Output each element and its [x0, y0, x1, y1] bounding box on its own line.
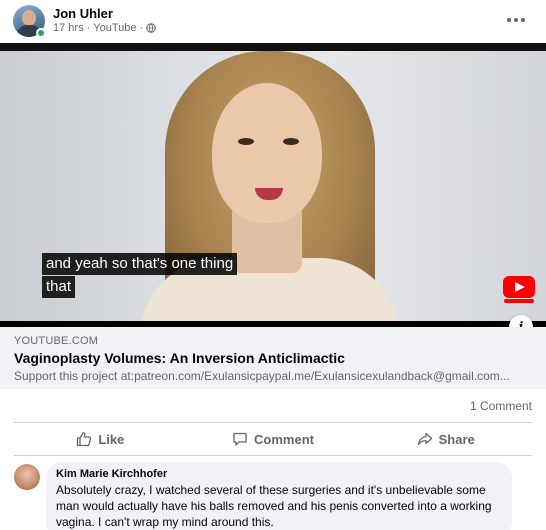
comment-count[interactable]: 1 Comment — [470, 399, 532, 413]
youtube-subscribe-icon[interactable] — [503, 276, 535, 306]
avatar-face — [22, 10, 36, 26]
commenter-name[interactable]: Kim Marie Kirchhofer — [56, 468, 502, 480]
divider — [14, 455, 532, 456]
divider — [14, 422, 532, 423]
share-button[interactable]: Share — [359, 426, 532, 452]
thumbs-up-icon — [77, 432, 92, 447]
more-dot — [521, 18, 525, 22]
video-subject-eye — [283, 138, 299, 145]
like-label: Like — [98, 431, 125, 447]
author-name[interactable]: Jon Uhler — [53, 6, 113, 21]
video-subject-face — [212, 83, 322, 223]
commenter-avatar[interactable] — [14, 464, 40, 490]
link-description: Support this project at:patreon.com/Exul… — [14, 369, 510, 383]
post-meta: 17 hrs · YouTube · — [53, 22, 156, 34]
subscribe-bar — [504, 299, 534, 303]
comment-bubble: Kim Marie Kirchhofer Absolutely crazy, I… — [46, 462, 512, 530]
meta-separator: · — [86, 22, 91, 34]
more-dot — [507, 18, 511, 22]
youtube-play-icon — [503, 276, 535, 298]
link-title[interactable]: Vaginoplasty Volumes: An Inversion Antic… — [14, 350, 345, 366]
comment-button[interactable]: Comment — [187, 426, 360, 452]
online-status-icon — [36, 28, 46, 38]
post-time[interactable]: 17 hrs — [53, 22, 84, 34]
more-dot — [514, 18, 518, 22]
globe-icon — [146, 23, 156, 33]
like-button[interactable]: Like — [14, 426, 187, 452]
video-subject-eye — [238, 138, 254, 145]
action-bar: Like Comment Share — [14, 426, 532, 452]
video-caption-line: that — [42, 276, 76, 298]
comment-label: Comment — [254, 431, 314, 447]
share-icon — [417, 432, 432, 446]
comment-icon — [233, 432, 247, 446]
post-source: YouTube — [93, 22, 137, 34]
video-caption-line: and yeah so that's one thing — [42, 253, 238, 275]
share-label: Share — [438, 431, 475, 447]
video-player[interactable]: and yeah so that's one thing that — [0, 43, 546, 327]
link-domain: YOUTUBE.COM — [14, 335, 99, 347]
meta-separator: · — [139, 22, 144, 34]
link-preview[interactable]: YOUTUBE.COM Vaginoplasty Volumes: An Inv… — [0, 327, 546, 389]
post-header: Jon Uhler 17 hrs · YouTube · — [0, 0, 546, 46]
comment-text: Absolutely crazy, I watched several of t… — [56, 483, 492, 529]
more-options-button[interactable] — [504, 10, 528, 30]
